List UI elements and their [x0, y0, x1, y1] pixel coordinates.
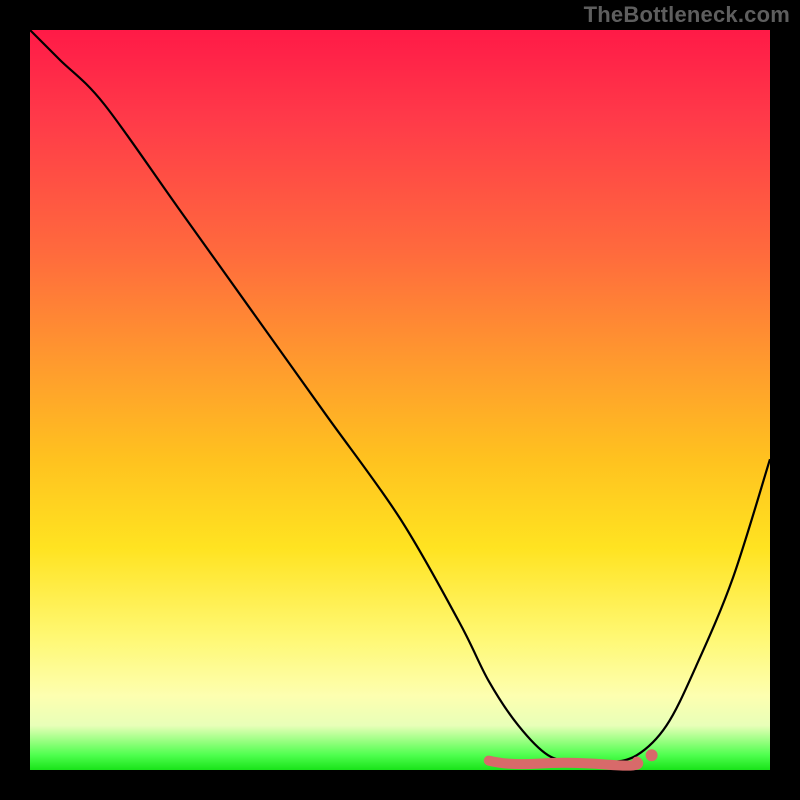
trough-highlight [489, 761, 638, 766]
trough-dot-icon [646, 749, 658, 761]
watermark-text: TheBottleneck.com [584, 2, 790, 28]
chart-frame: TheBottleneck.com [0, 0, 800, 800]
bottleneck-curve-path [30, 30, 770, 764]
gradient-plot-area [30, 30, 770, 770]
bottleneck-curve-svg [30, 30, 770, 770]
